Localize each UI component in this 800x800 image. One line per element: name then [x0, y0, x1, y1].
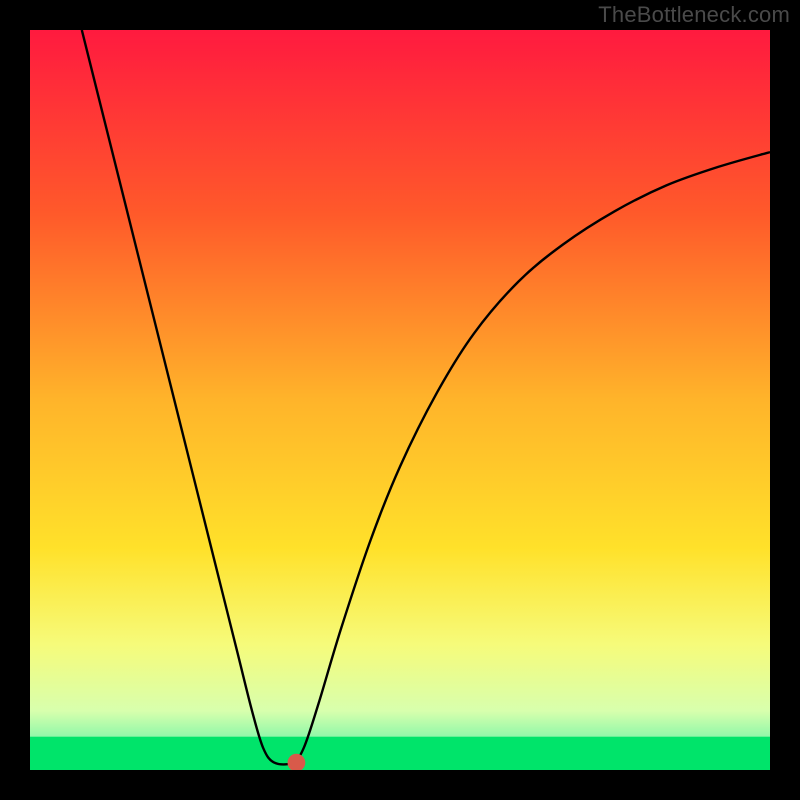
plot-svg: [30, 30, 770, 770]
chart-frame: TheBottleneck.com: [0, 0, 800, 800]
gradient-background: [30, 30, 770, 770]
watermark-text: TheBottleneck.com: [598, 2, 790, 28]
plot-area: [30, 30, 770, 770]
green-band: [30, 737, 770, 770]
